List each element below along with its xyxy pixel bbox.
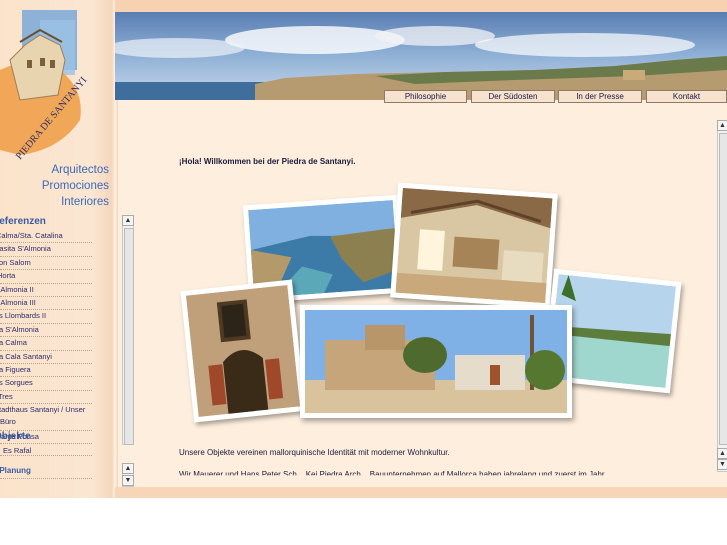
photo-finca [300, 305, 572, 418]
scroll-down-icon[interactable]: ▼ [122, 475, 134, 486]
sidebar-item-ref[interactable]: S'Almonia III [0, 297, 92, 311]
intro-paragraph-2: Wir Mauerer und Hans Peter Sch... Kei Pi… [179, 470, 611, 479]
photo-facade [180, 279, 306, 423]
brand-line-1: Arquitectos [51, 164, 109, 176]
coast-panorama [115, 0, 727, 100]
bottom-band [115, 487, 727, 498]
sidebar-item-ref[interactable]: Es Llombards II [0, 310, 92, 324]
photo-interior [390, 182, 558, 309]
planung-heading[interactable]: In Planung [0, 466, 31, 475]
scroll-up-icon[interactable]: ▲ [122, 463, 134, 474]
sidebar-item-ref[interactable]: Son Salom [0, 257, 92, 271]
logo[interactable]: PIEDRA DE SANTANYI [0, 0, 112, 165]
divider [0, 478, 92, 479]
page: PIEDRA DE SANTANYI Arquitectos Promocion… [0, 0, 727, 498]
sidebar-item-ref[interactable]: Sa Figuera [0, 364, 92, 378]
referenzen-scrollbar[interactable]: ▲ [122, 215, 134, 445]
scroll-up-icon[interactable]: ▲ [122, 215, 134, 226]
nav-philosophie[interactable]: Philosophie [384, 90, 467, 103]
sidebar-item-ref[interactable]: Sa Cala Santanyi [0, 351, 92, 364]
left-panel: PIEDRA DE SANTANYI Arquitectos Promocion… [0, 0, 115, 498]
sidebar-item-ref[interactable]: Casita S'Almonia [0, 243, 92, 257]
scroll-thumb[interactable] [719, 133, 727, 445]
sidebar-item-ref[interactable]: Sa Calma [0, 337, 92, 351]
welcome-heading: ¡Hola! Willkommen bei der Piedra de Sant… [179, 157, 356, 166]
objekte-heading: Objekte [0, 431, 31, 442]
objekte-scrollbar[interactable]: ▲ ▼ [122, 463, 134, 487]
scroll-down-icon[interactable]: ▼ [717, 459, 727, 470]
nav-in-der-presse[interactable]: In der Presse [558, 90, 642, 103]
sidebar-item-objekt[interactable]: Es Rafal [0, 446, 92, 456]
sidebar-item-ref[interactable]: Horta [0, 270, 92, 284]
sidebar-item-ref[interactable]: Stadthaus Santanyi / Unser Büro [0, 404, 92, 432]
sidebar-item-ref[interactable]: Calma/Sta. Catalina [0, 230, 92, 244]
referenzen-list: Calma/Sta. Catalina Casita S'Almonia Son… [0, 230, 118, 445]
scroll-thumb[interactable] [124, 228, 134, 445]
sidebar-item-ref[interactable]: Sa S'Almonia [0, 324, 92, 338]
top-band [115, 0, 727, 12]
sidebar-item-ref[interactable]: Es Sorgues [0, 377, 92, 391]
scroll-up-icon[interactable]: ▲ [717, 120, 727, 131]
intro-paragraph: Unsere Objekte vereinen mallorquinische … [179, 448, 450, 457]
brand-line-3: Interiores [61, 196, 109, 208]
brand-line-2: Promociones [41, 180, 109, 192]
sidebar-item-ref[interactable]: Tres [0, 391, 92, 405]
sidebar-item-ref[interactable]: S'Almonia II [0, 284, 92, 297]
scroll-up-icon[interactable]: ▲ [717, 448, 727, 459]
header-banner [115, 0, 727, 100]
nav-der-suedosten[interactable]: Der Südosten [471, 90, 555, 103]
main-scrollbar[interactable]: ▲ ▲ ▼ [717, 120, 727, 472]
nav-kontakt[interactable]: Kontakt [646, 90, 727, 103]
referenzen-heading: Referenzen [0, 216, 46, 227]
